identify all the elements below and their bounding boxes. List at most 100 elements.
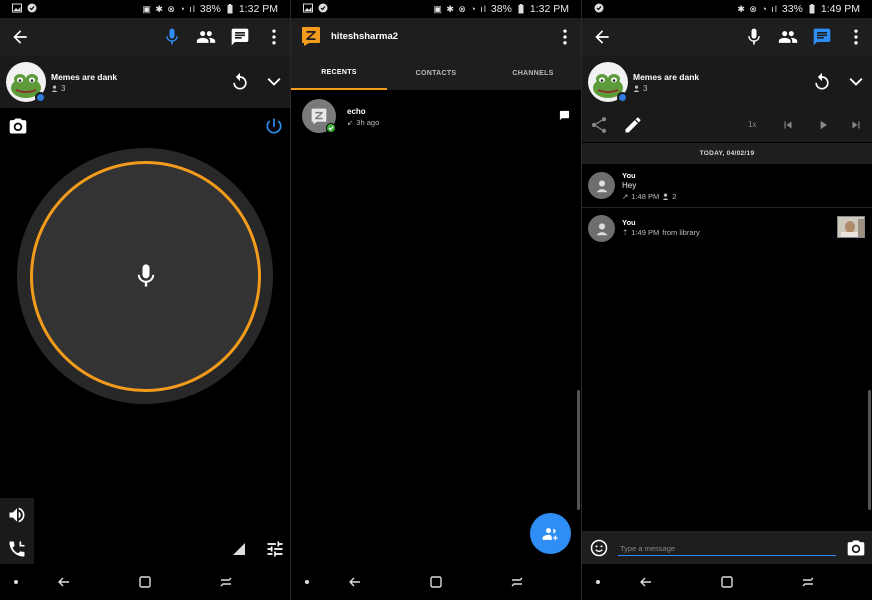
- message-source: from library: [662, 228, 700, 237]
- status-time: 1:32 PM: [529, 3, 569, 15]
- battery-icon: [518, 4, 524, 14]
- battery-percent: 38%: [199, 3, 221, 15]
- nav-home-icon[interactable]: [428, 574, 444, 590]
- power-icon[interactable]: [262, 114, 286, 138]
- nav-bar: [582, 564, 872, 600]
- chevron-down-icon[interactable]: [262, 70, 286, 94]
- sender-avatar: [588, 215, 615, 242]
- zello-logo-icon: [302, 27, 320, 46]
- playback-speed[interactable]: 1x: [748, 120, 756, 129]
- app-bar: [582, 18, 872, 56]
- member-count: 3: [633, 84, 647, 93]
- message-text: Hey: [622, 181, 637, 190]
- contact-name: echo: [347, 107, 366, 116]
- more-vert-icon[interactable]: [553, 25, 577, 49]
- camera-icon[interactable]: [844, 536, 868, 560]
- upload-icon: ⇡: [622, 228, 629, 237]
- more-vert-icon[interactable]: [844, 25, 868, 49]
- conversation-title: Memes are dank: [51, 72, 118, 82]
- scrollbar[interactable]: [577, 390, 580, 510]
- add-group-icon: [542, 527, 558, 540]
- signal-icon: [233, 543, 245, 555]
- nav-dot-icon: [596, 580, 600, 584]
- group-icon[interactable]: [194, 25, 218, 49]
- image-notification-icon: [12, 3, 22, 13]
- scrollbar[interactable]: [868, 390, 871, 510]
- tab-channels[interactable]: CHANNELS: [485, 56, 581, 90]
- nav-recents-icon[interactable]: [509, 574, 525, 590]
- emoji-icon[interactable]: [587, 536, 611, 560]
- date-divider: TODAY, 04/02/19: [582, 143, 872, 164]
- status-bar: ▣ ✱ ⊗ ◔ ıl 38% 1:32 PM: [0, 0, 290, 18]
- chat-icon[interactable]: [810, 25, 834, 49]
- last-activity-time: 3h ago: [356, 118, 380, 127]
- status-bar: ▣ ✱ ⊗ ◔ ıl 38% 1:32 PM: [291, 0, 581, 18]
- tab-bar: RECENTS CONTACTS CHANNELS: [291, 56, 581, 90]
- microphone-icon[interactable]: [160, 25, 184, 49]
- status-time: 1:32 PM: [238, 3, 278, 15]
- listener-count: 2: [672, 192, 677, 201]
- nav-home-icon[interactable]: [137, 574, 153, 590]
- photo-thumbnail-icon: [838, 217, 864, 237]
- phone-icon[interactable]: [5, 537, 29, 561]
- volume-icon[interactable]: [5, 503, 29, 527]
- ptt-screen: ▣ ✱ ⊗ ◔ ıl 38% 1:32 PM Memes are dank 3: [0, 0, 290, 600]
- nav-recents-icon[interactable]: [218, 574, 234, 590]
- nav-home-icon[interactable]: [719, 574, 735, 590]
- ptt-microphone-icon: [131, 261, 161, 291]
- nav-back-icon[interactable]: [638, 574, 654, 590]
- message-composer: Type a message: [582, 531, 872, 565]
- conversation-header[interactable]: Memes are dank 3: [0, 56, 290, 108]
- recents-screen: ▣ ✱ ⊗ ◔ ıl 38% 1:32 PM hiteshsharma2 REC…: [291, 0, 581, 600]
- skip-previous-icon[interactable]: [776, 113, 800, 137]
- person-icon: [662, 193, 669, 200]
- edit-icon[interactable]: [621, 113, 645, 137]
- status-system-icons: ▣ ✱ ⊗ ◔ ıl: [142, 3, 196, 14]
- check-circle-notification-icon: [594, 3, 604, 13]
- person-icon: [633, 85, 640, 92]
- message-meta: ↗ 1:48 PM 2: [622, 192, 676, 201]
- chat-icon[interactable]: [228, 25, 252, 49]
- image-thumbnail[interactable]: [837, 216, 865, 238]
- status-time: 1:49 PM: [820, 3, 860, 15]
- nav-bar: [0, 564, 290, 600]
- nav-recents-icon[interactable]: [800, 574, 816, 590]
- replay-icon[interactable]: [228, 70, 252, 94]
- battery-percent: 33%: [781, 3, 803, 15]
- message-icon[interactable]: [559, 110, 570, 121]
- conversation-header[interactable]: Memes are dank 3: [582, 56, 872, 108]
- nav-dot-icon: [14, 580, 18, 584]
- conversation-screen: ✱ ⊗ ◔ ıl 33% 1:49 PM Memes are dank 3 1x…: [582, 0, 872, 600]
- play-icon[interactable]: [811, 113, 835, 137]
- audio-controls-panel: [0, 498, 34, 566]
- share-icon[interactable]: [587, 113, 611, 137]
- tune-icon[interactable]: [263, 537, 287, 561]
- app-bar: hiteshsharma2: [291, 18, 581, 56]
- nav-back-icon[interactable]: [56, 574, 72, 590]
- person-icon: [595, 179, 608, 192]
- skip-next-icon[interactable]: [844, 113, 868, 137]
- person-icon: [595, 222, 608, 235]
- more-vert-icon[interactable]: [262, 25, 286, 49]
- playback-toolbar: 1x: [582, 108, 872, 142]
- back-arrow-icon[interactable]: [8, 25, 32, 49]
- chevron-down-icon[interactable]: [844, 70, 868, 94]
- nav-bar: [291, 564, 581, 600]
- group-icon[interactable]: [776, 25, 800, 49]
- battery-icon: [227, 4, 233, 14]
- username: hiteshsharma2: [331, 31, 399, 42]
- list-item[interactable]: echo ↙ 3h ago: [291, 92, 581, 142]
- online-status-icon: [326, 123, 336, 133]
- nav-back-icon[interactable]: [347, 574, 363, 590]
- back-arrow-icon[interactable]: [590, 25, 614, 49]
- microphone-icon[interactable]: [742, 25, 766, 49]
- tab-contacts[interactable]: CONTACTS: [388, 56, 484, 90]
- camera-icon[interactable]: [6, 114, 30, 138]
- add-contact-button[interactable]: [530, 513, 571, 554]
- message-input[interactable]: Type a message: [618, 540, 836, 556]
- tab-recents[interactable]: RECENTS: [291, 56, 387, 90]
- person-icon: [51, 85, 58, 92]
- replay-icon[interactable]: [810, 70, 834, 94]
- channel-badge-icon: [617, 92, 628, 103]
- conversation-title: Memes are dank: [633, 72, 700, 82]
